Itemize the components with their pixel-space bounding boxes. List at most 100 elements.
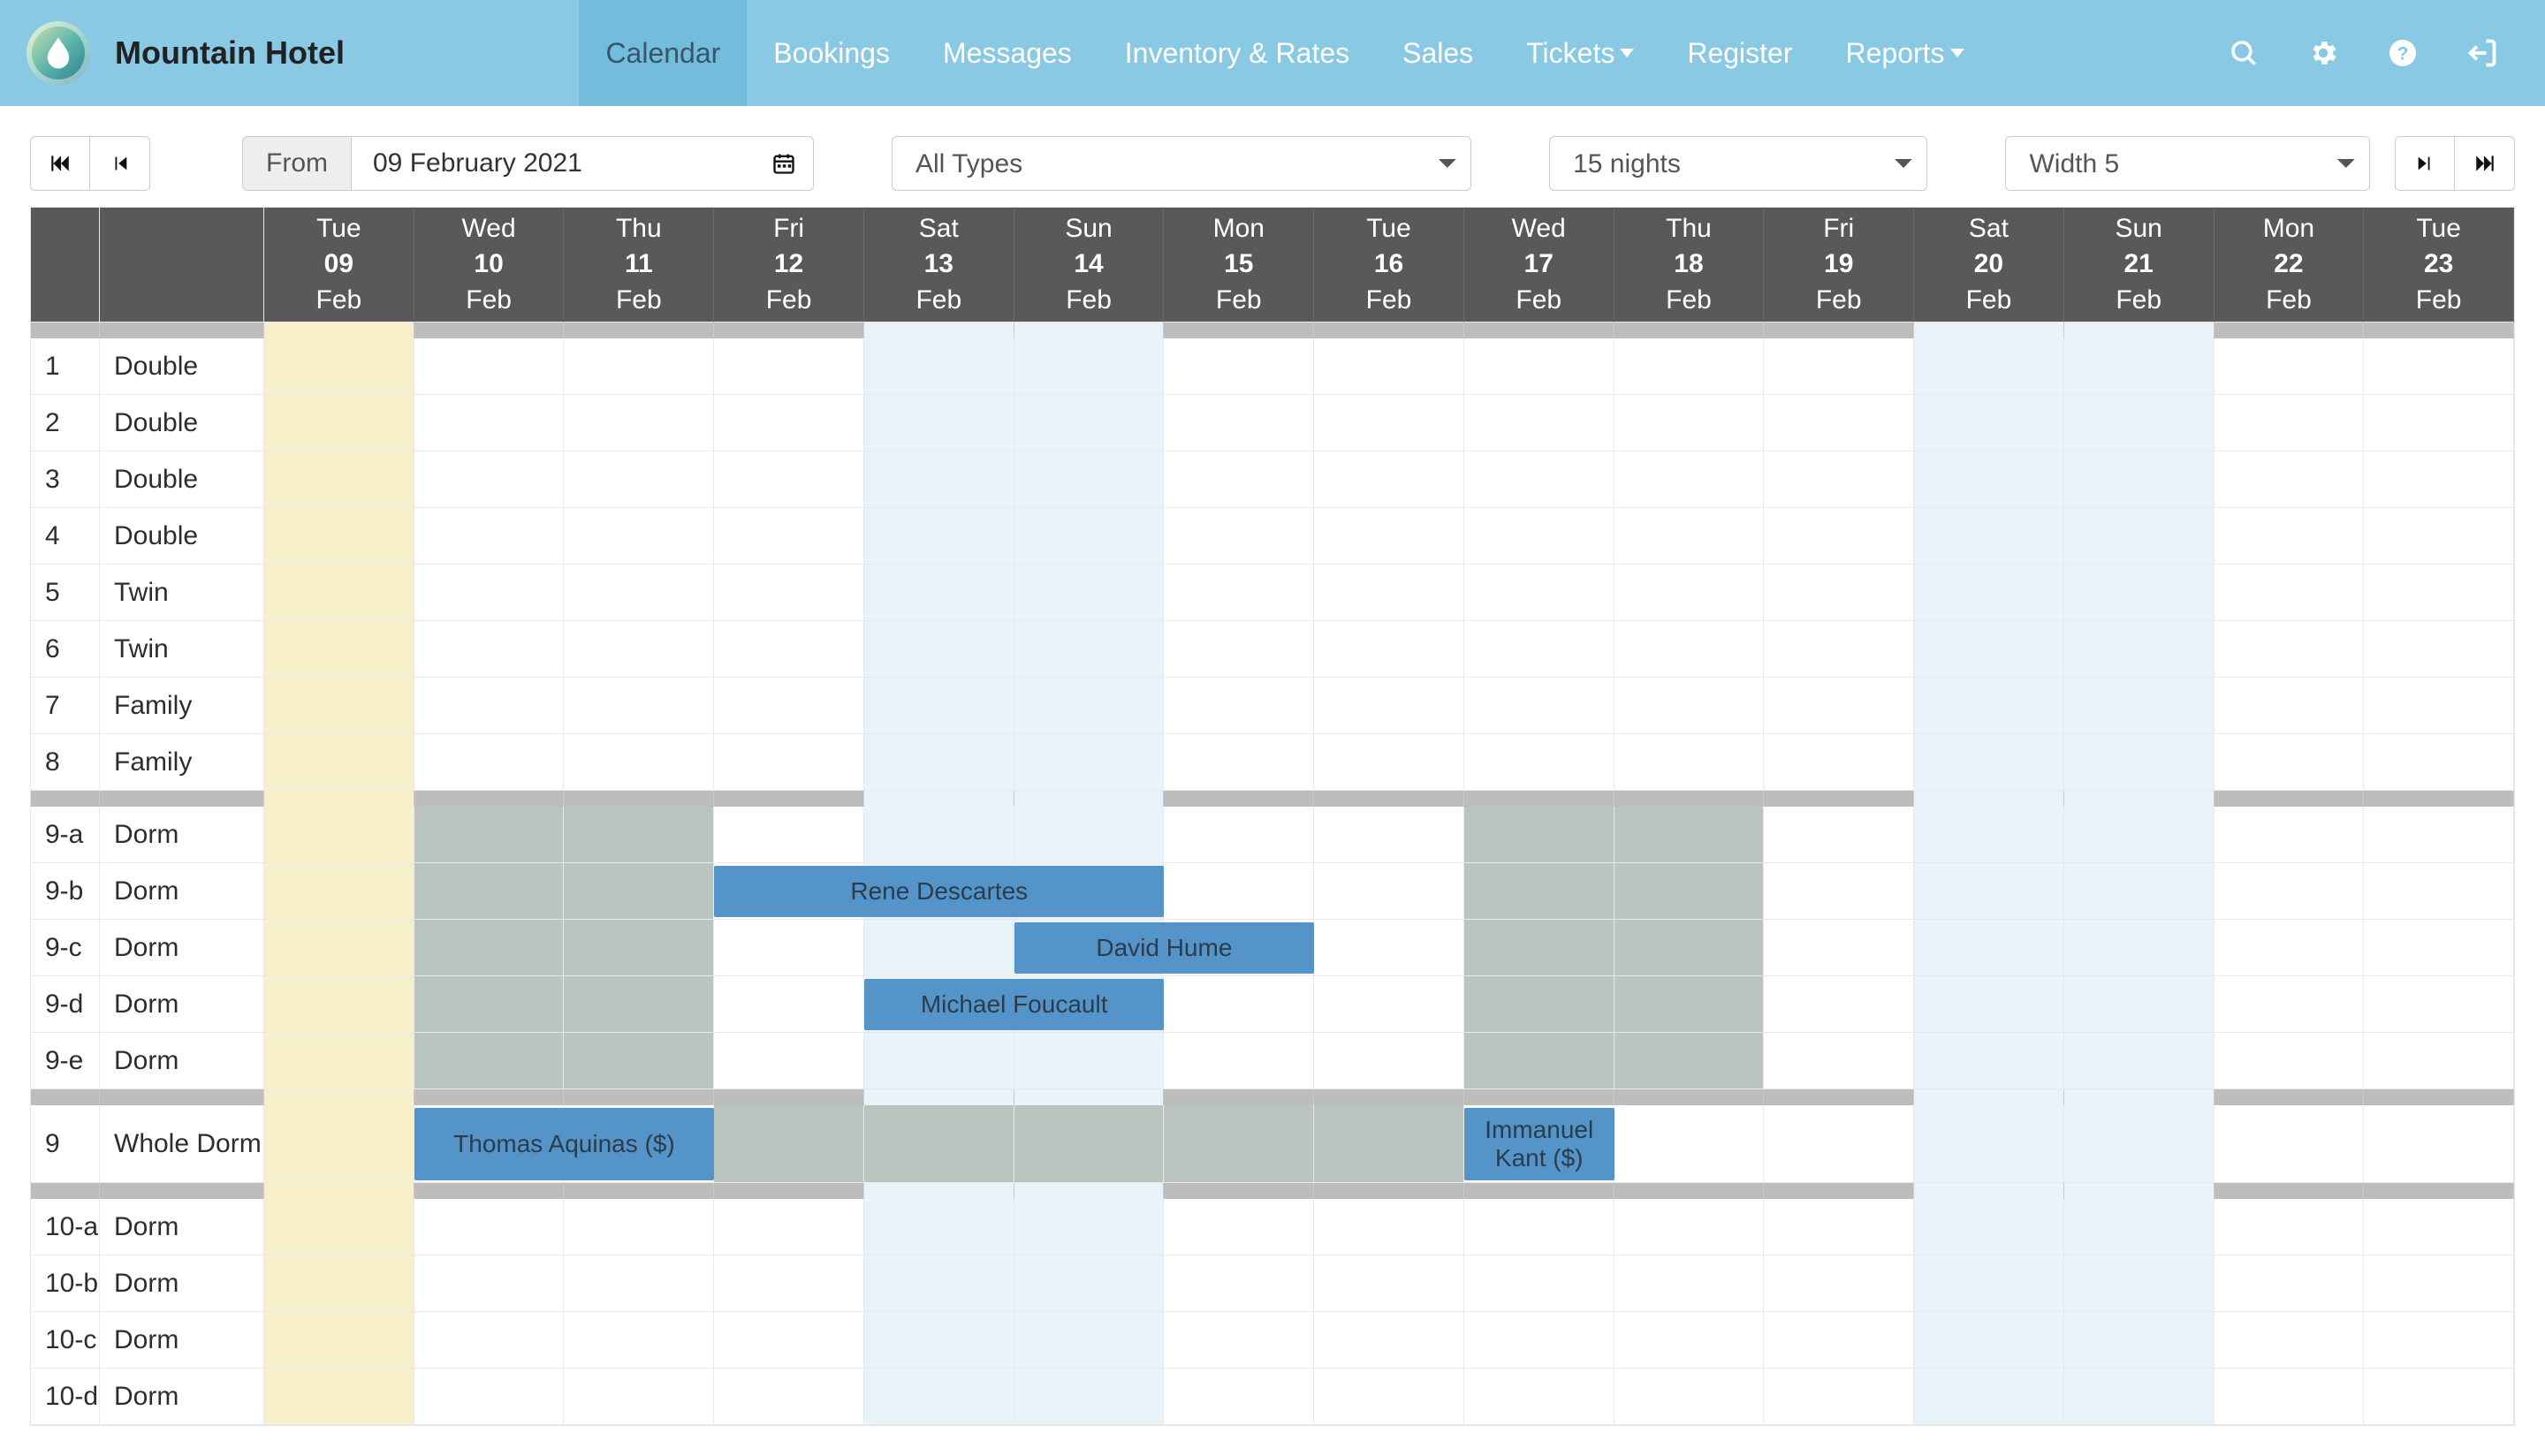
calendar-cell[interactable] — [714, 451, 864, 508]
calendar-cell[interactable] — [1614, 734, 1765, 791]
calendar-cell[interactable] — [1014, 1312, 1165, 1369]
calendar-cell[interactable] — [2215, 1369, 2365, 1425]
calendar-cell[interactable] — [1914, 1033, 2064, 1089]
calendar-cell[interactable] — [1464, 678, 1614, 734]
calendar-cell[interactable] — [2364, 565, 2514, 621]
calendar-cell[interactable] — [1914, 395, 2064, 451]
calendar-cell[interactable] — [1764, 621, 1914, 678]
calendar-cell[interactable] — [2215, 1105, 2365, 1183]
calendar-cell[interactable] — [2064, 1105, 2215, 1183]
nav-inventory-rates[interactable]: Inventory & Rates — [1098, 0, 1376, 106]
calendar-cell[interactable] — [414, 863, 565, 920]
calendar-cell[interactable] — [414, 338, 565, 395]
calendar-cell[interactable] — [264, 1105, 414, 1183]
calendar-cell[interactable] — [1314, 1033, 1464, 1089]
nights-select[interactable]: 15 nights — [1549, 136, 1927, 191]
calendar-cell[interactable] — [1464, 863, 1614, 920]
calendar-cell[interactable] — [2364, 678, 2514, 734]
calendar-cell[interactable] — [1014, 1199, 1165, 1255]
calendar-cell[interactable] — [2215, 395, 2365, 451]
calendar-cell[interactable] — [564, 1312, 714, 1369]
calendar-cell[interactable] — [1014, 395, 1165, 451]
calendar-cell[interactable] — [864, 621, 1014, 678]
room-type-select[interactable]: All Types — [892, 136, 1471, 191]
calendar-cell[interactable] — [264, 920, 414, 976]
calendar-cell[interactable] — [1164, 1369, 1314, 1425]
calendar-cell[interactable] — [2215, 621, 2365, 678]
calendar-cell[interactable] — [2364, 1369, 2514, 1425]
calendar-cell[interactable] — [1614, 1199, 1765, 1255]
calendar-cell[interactable] — [414, 395, 565, 451]
calendar-cell[interactable] — [1464, 621, 1614, 678]
calendar-cell[interactable] — [414, 976, 565, 1033]
calendar-cell[interactable] — [264, 621, 414, 678]
calendar-cell[interactable] — [1014, 621, 1165, 678]
calendar-cell[interactable] — [564, 1199, 714, 1255]
calendar-cell[interactable] — [414, 1312, 565, 1369]
calendar-cell[interactable] — [714, 395, 864, 451]
calendar-cell[interactable] — [2064, 1255, 2215, 1312]
calendar-cell[interactable] — [714, 1255, 864, 1312]
calendar-cell[interactable] — [2364, 807, 2514, 863]
calendar-cell[interactable] — [864, 1369, 1014, 1425]
calendar-cell[interactable] — [264, 395, 414, 451]
calendar-cell[interactable] — [864, 678, 1014, 734]
calendar-cell[interactable] — [1914, 1105, 2064, 1183]
booking[interactable]: Rene Descartes — [714, 866, 1164, 917]
calendar-cell[interactable] — [1464, 976, 1614, 1033]
calendar-cell[interactable] — [1464, 1369, 1614, 1425]
calendar-cell[interactable] — [1464, 1255, 1614, 1312]
calendar-cell[interactable] — [2364, 1105, 2514, 1183]
date-picker-button[interactable] — [754, 136, 814, 191]
calendar-cell[interactable] — [864, 451, 1014, 508]
calendar-cell[interactable] — [1164, 508, 1314, 565]
calendar-cell[interactable] — [1914, 338, 2064, 395]
calendar-cell[interactable] — [1314, 1105, 1464, 1183]
calendar-cell[interactable] — [2215, 1033, 2365, 1089]
calendar-cell[interactable] — [1314, 678, 1464, 734]
nav-reports[interactable]: Reports — [1819, 0, 1990, 106]
calendar-cell[interactable] — [414, 451, 565, 508]
calendar-cell[interactable] — [864, 734, 1014, 791]
calendar-cell[interactable] — [1914, 508, 2064, 565]
calendar-cell[interactable] — [1764, 338, 1914, 395]
calendar-cell[interactable] — [1914, 920, 2064, 976]
calendar-cell[interactable] — [714, 807, 864, 863]
calendar-cell[interactable] — [264, 678, 414, 734]
calendar-cell[interactable] — [1914, 807, 2064, 863]
calendar-cell[interactable] — [1614, 1033, 1765, 1089]
calendar-cell[interactable] — [1764, 1255, 1914, 1312]
calendar-cell[interactable] — [2064, 508, 2215, 565]
calendar-cell[interactable] — [2364, 920, 2514, 976]
calendar-cell[interactable] — [1614, 1369, 1765, 1425]
nav-messages[interactable]: Messages — [916, 0, 1098, 106]
booking[interactable]: Immanuel Kant ($) — [1464, 1108, 1614, 1180]
calendar-cell[interactable] — [1764, 508, 1914, 565]
calendar-cell[interactable] — [1614, 920, 1765, 976]
calendar-cell[interactable] — [2215, 863, 2365, 920]
calendar-cell[interactable] — [864, 1312, 1014, 1369]
calendar-cell[interactable] — [2064, 734, 2215, 791]
calendar-cell[interactable] — [1164, 1312, 1314, 1369]
calendar-cell[interactable] — [714, 508, 864, 565]
calendar-cell[interactable] — [2215, 1312, 2365, 1369]
calendar-cell[interactable] — [864, 1033, 1014, 1089]
calendar-cell[interactable] — [414, 1033, 565, 1089]
calendar-cell[interactable] — [2064, 807, 2215, 863]
calendar-cell[interactable] — [1464, 338, 1614, 395]
calendar-cell[interactable] — [1314, 1369, 1464, 1425]
calendar-cell[interactable] — [1914, 976, 2064, 1033]
calendar-cell[interactable] — [564, 807, 714, 863]
calendar-cell[interactable] — [1614, 451, 1765, 508]
calendar-cell[interactable] — [1914, 678, 2064, 734]
calendar-cell[interactable] — [1764, 807, 1914, 863]
calendar-cell[interactable] — [2064, 395, 2215, 451]
calendar-cell[interactable] — [2364, 734, 2514, 791]
calendar-cell[interactable] — [714, 1369, 864, 1425]
next-page-button[interactable] — [2395, 136, 2455, 191]
calendar-cell[interactable] — [2064, 621, 2215, 678]
calendar-cell[interactable] — [264, 565, 414, 621]
calendar-cell[interactable] — [264, 1312, 414, 1369]
calendar-cell[interactable] — [1764, 1369, 1914, 1425]
calendar-cell[interactable] — [2064, 1033, 2215, 1089]
